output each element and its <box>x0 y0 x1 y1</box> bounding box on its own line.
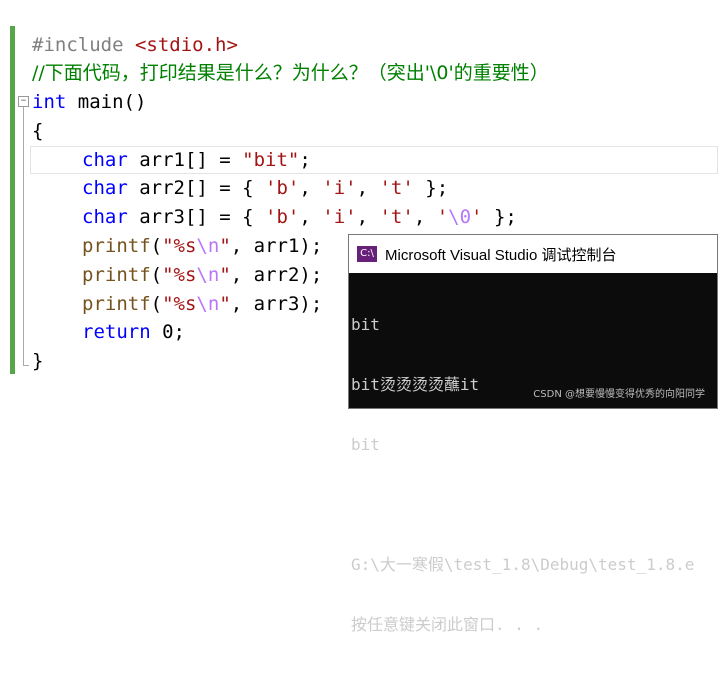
csdn-watermark: CSDN @想要慢慢变得优秀的向阳同学 <box>533 389 705 400</box>
preprocessor-directive: #include <box>32 34 135 56</box>
console-title: Microsoft Visual Studio 调试控制台 <box>385 246 617 264</box>
include-file: <stdio.h> <box>134 34 238 56</box>
collapse-toggle-icon[interactable]: − <box>18 96 29 107</box>
code-line-close-brace[interactable]: } <box>32 347 43 375</box>
code-line-return[interactable]: return 0; <box>82 318 185 346</box>
code-line-printf3[interactable]: printf("%s\n", arr3); <box>82 290 322 318</box>
console-app-icon: C:\ <box>357 246 377 262</box>
code-line-printf1[interactable]: printf("%s\n", arr1); <box>82 232 322 260</box>
change-indicator-bar <box>10 26 15 374</box>
code-line-arr2[interactable]: char arr2[] = { 'b', 'i', 't' }; <box>82 174 448 202</box>
fold-guide-end <box>23 365 29 366</box>
code-line-main[interactable]: int main() <box>32 88 146 116</box>
console-title-bar[interactable]: C:\ Microsoft Visual Studio 调试控制台 <box>349 235 717 273</box>
console-line: bit <box>351 435 380 454</box>
console-line: 按任意键关闭此窗口. . . <box>351 615 544 634</box>
code-line-printf2[interactable]: printf("%s\n", arr2); <box>82 261 322 289</box>
console-line: bit <box>351 315 380 334</box>
keyword: int <box>32 91 67 113</box>
code-line-include[interactable]: #include <stdio.h> <box>32 31 238 59</box>
code-line-open-brace[interactable]: { <box>32 117 43 145</box>
debug-console-window[interactable]: C:\ Microsoft Visual Studio 调试控制台 bit bi… <box>348 234 718 634</box>
code-line-arr3[interactable]: char arr3[] = { 'b', 'i', 't', '\0' }; <box>82 203 517 231</box>
code-line-comment[interactable]: //下面代码，打印结果是什么？为什么？（突出'\0'的重要性） <box>32 59 549 87</box>
console-line: G:\大一寒假\test_1.8\Debug\test_1.8.e <box>351 555 695 574</box>
fold-guide-line <box>23 107 24 365</box>
console-output[interactable]: bit bit烫烫烫烫蘸it bit G:\大一寒假\test_1.8\Debu… <box>349 273 717 675</box>
code-line-arr1[interactable]: char arr1[] = "bit"; <box>82 146 311 174</box>
